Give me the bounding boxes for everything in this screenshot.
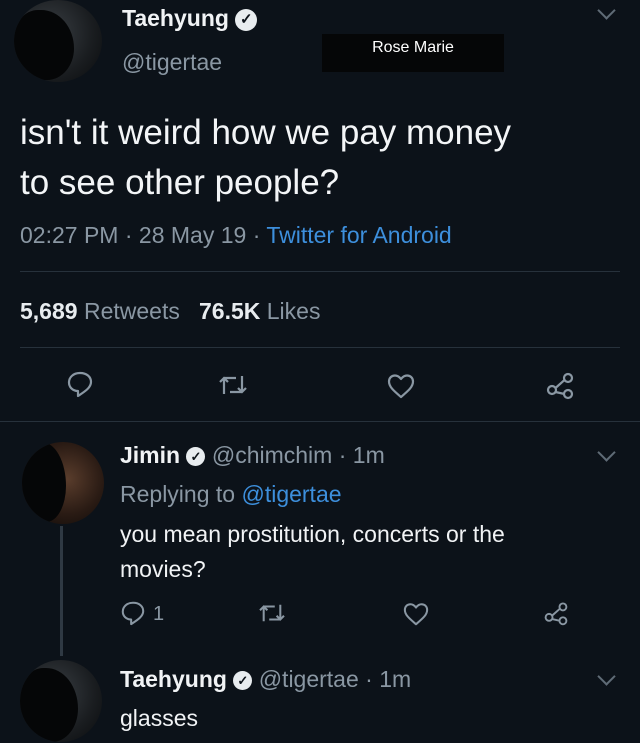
tweet-date: 28 May 19 bbox=[138, 222, 247, 248]
divider bbox=[0, 421, 640, 422]
tweet-text: isn't it weird how we pay money to see o… bbox=[20, 108, 511, 208]
replying-to-handle[interactable]: @tigertae bbox=[241, 481, 341, 507]
separator: · bbox=[124, 222, 133, 248]
reply-icon[interactable] bbox=[66, 370, 94, 398]
replying-to-prefix: Replying to bbox=[120, 481, 236, 507]
likes-label: Likes bbox=[266, 298, 321, 324]
retweet-icon[interactable] bbox=[218, 372, 248, 398]
separator: · bbox=[252, 222, 261, 248]
overlay-label: Rose Marie bbox=[322, 34, 504, 72]
reply-author-name[interactable]: Jimin bbox=[120, 442, 180, 468]
retweets-stat[interactable]: 5,689 Retweets bbox=[20, 298, 186, 324]
author-name-row[interactable]: Taehyung ✓ bbox=[122, 4, 258, 32]
reply-author-handle[interactable]: @chimchim bbox=[212, 442, 332, 468]
tweet-stats: 5,689 Retweets 76.5K Likes bbox=[20, 296, 320, 326]
reply-time: 1m bbox=[379, 666, 412, 692]
reply-text: you mean prostitution, concerts or the m… bbox=[120, 517, 505, 587]
divider bbox=[20, 271, 620, 272]
replying-to: Replying to @tigertae bbox=[120, 479, 342, 509]
reply-text-line: you mean prostitution, concerts or the bbox=[120, 521, 505, 547]
retweets-count: 5,689 bbox=[20, 298, 78, 324]
chevron-down-icon[interactable] bbox=[597, 1, 616, 20]
divider bbox=[20, 347, 620, 348]
retweet-icon[interactable] bbox=[258, 601, 286, 625]
tweet-text-line: to see other people? bbox=[20, 163, 340, 202]
reply-header: Jimin ✓ @chimchim · 1m bbox=[120, 440, 385, 470]
retweets-label: Retweets bbox=[83, 298, 180, 324]
tweet-meta: 02:27 PM · 28 May 19 · Twitter for Andro… bbox=[20, 220, 452, 250]
tweet-text-line: isn't it weird how we pay money bbox=[20, 113, 512, 152]
author-handle[interactable]: @tigertae bbox=[122, 48, 222, 76]
reply-author-handle[interactable]: @tigertae bbox=[259, 666, 359, 692]
verified-icon: ✓ bbox=[233, 671, 253, 691]
author-name: Taehyung bbox=[122, 5, 229, 31]
reply-text-line: movies? bbox=[120, 556, 206, 582]
chevron-down-icon[interactable] bbox=[597, 667, 616, 686]
tweet-time: 02:27 PM bbox=[20, 222, 119, 248]
like-icon[interactable] bbox=[402, 601, 430, 627]
likes-count: 76.5K bbox=[199, 298, 261, 324]
verified-icon: ✓ bbox=[235, 8, 258, 31]
author-avatar[interactable] bbox=[14, 0, 102, 82]
reply-time: 1m bbox=[352, 442, 385, 468]
reply-icon[interactable] bbox=[120, 600, 146, 626]
reply-header: Taehyung ✓ @tigertae · 1m bbox=[120, 664, 411, 694]
reply-text: glasses bbox=[120, 705, 198, 731]
likes-stat[interactable]: 76.5K Likes bbox=[199, 298, 320, 324]
verified-icon: ✓ bbox=[186, 447, 206, 467]
share-icon[interactable] bbox=[542, 600, 570, 626]
reply-avatar[interactable] bbox=[20, 660, 102, 742]
reply-avatar[interactable] bbox=[22, 442, 104, 524]
tweet-source-link[interactable]: Twitter for Android bbox=[266, 222, 451, 248]
thread-line bbox=[60, 526, 63, 656]
separator: · bbox=[365, 666, 373, 692]
reply-count: 1 bbox=[153, 603, 165, 625]
like-icon[interactable] bbox=[386, 372, 416, 400]
separator: · bbox=[338, 442, 347, 468]
chevron-down-icon[interactable] bbox=[597, 443, 616, 462]
reply-author-name[interactable]: Taehyung bbox=[120, 666, 227, 692]
share-icon[interactable] bbox=[544, 370, 576, 400]
